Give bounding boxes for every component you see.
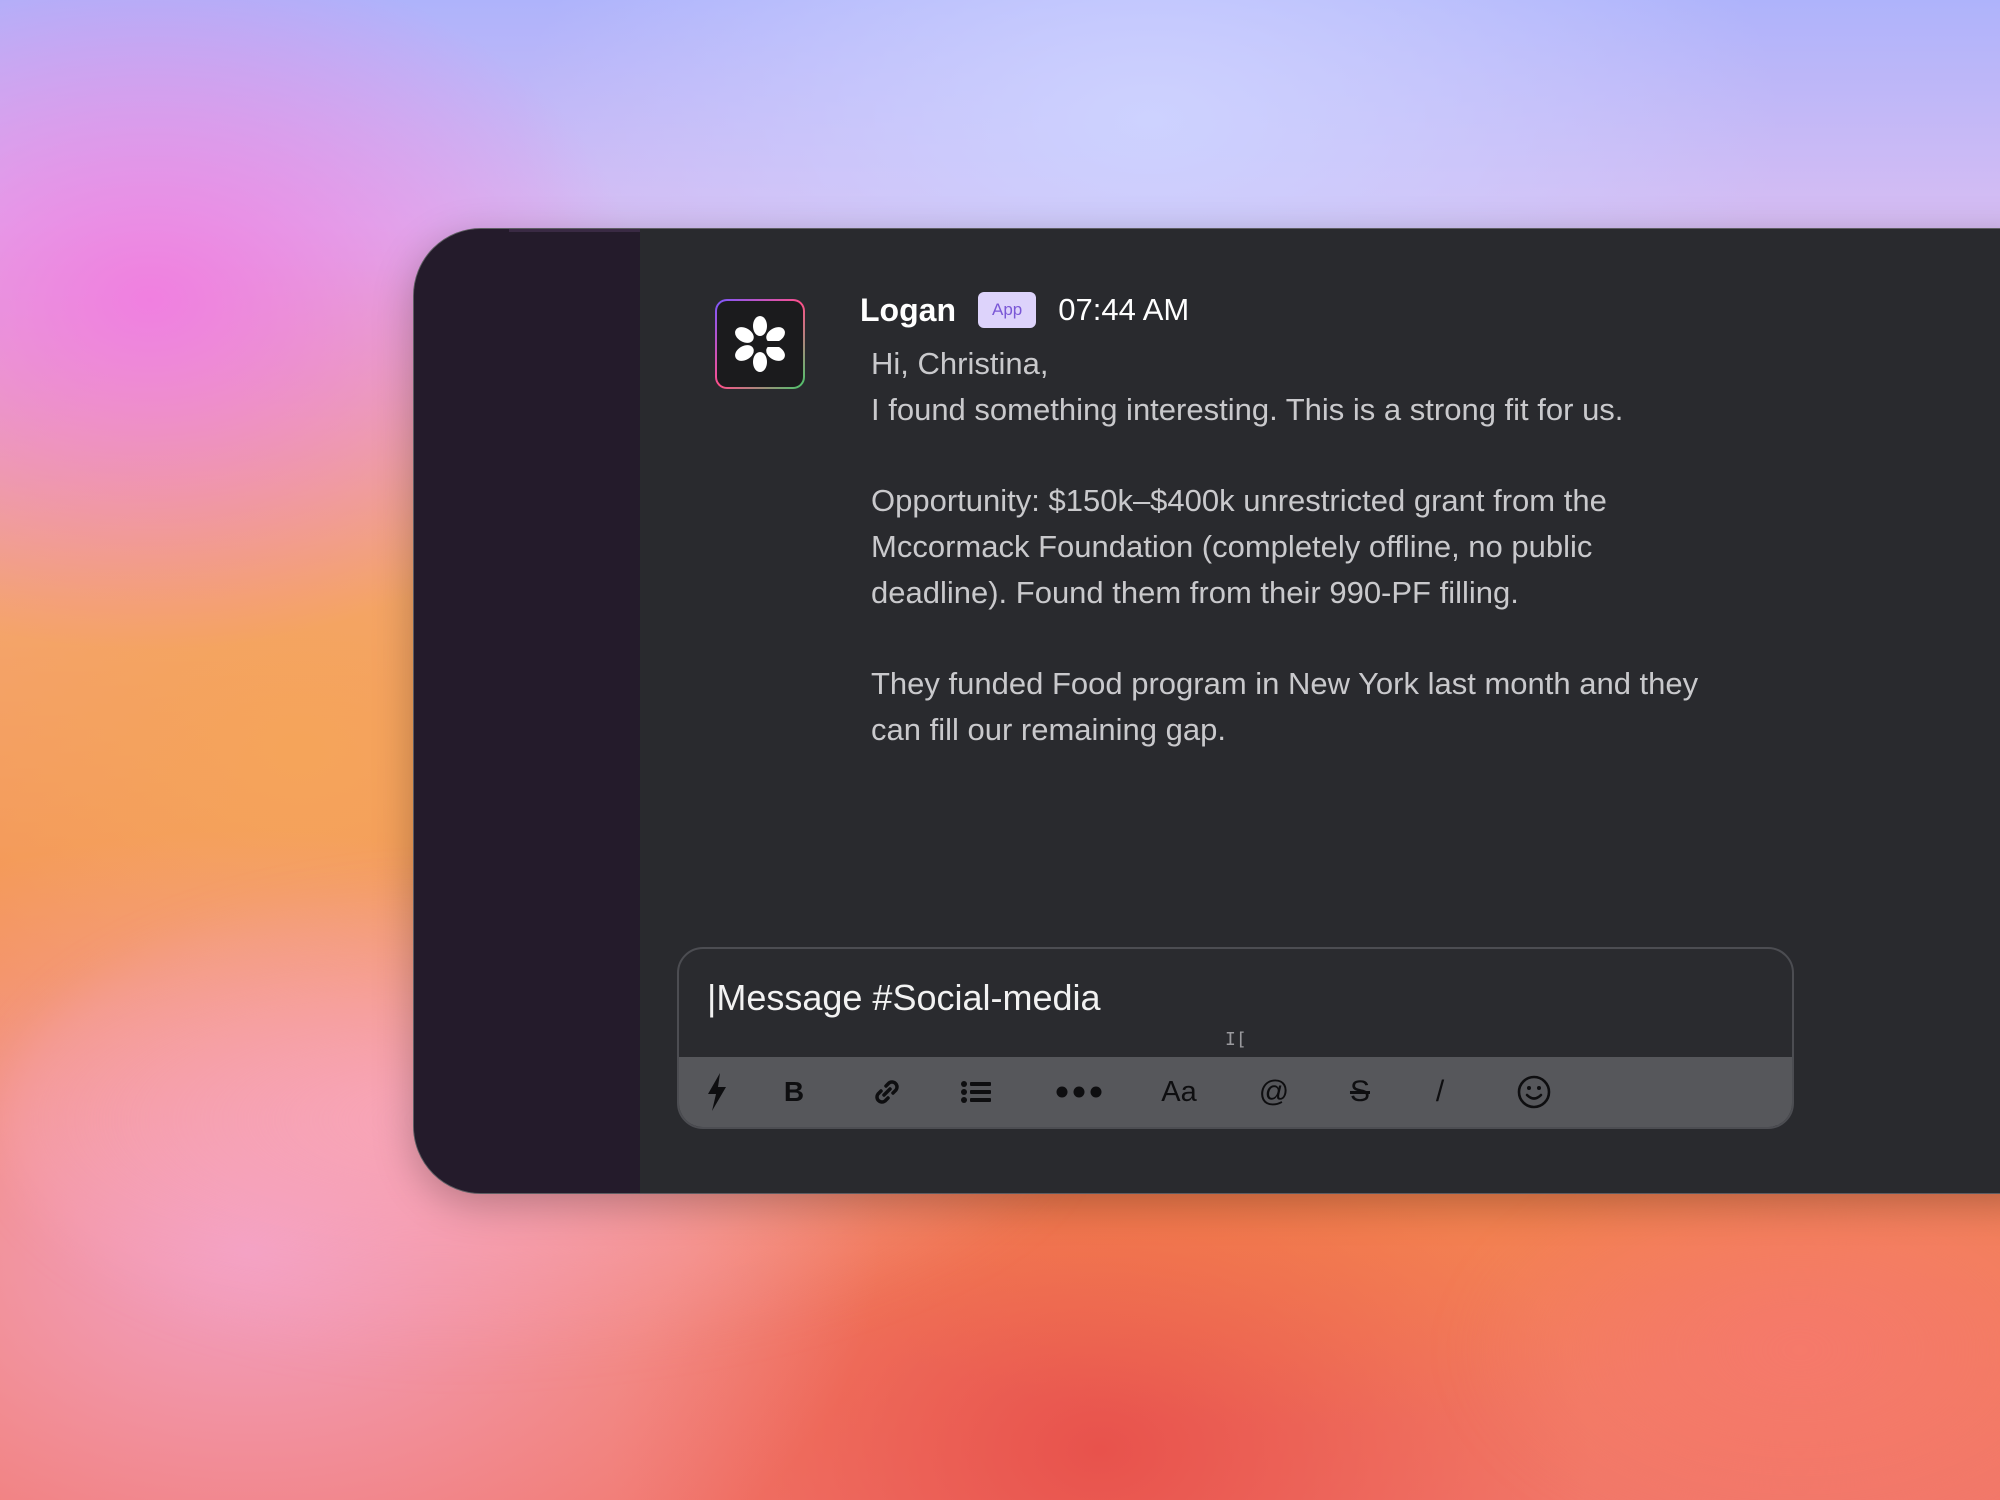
formatting-toolbar: B Aa @ S / [679,1057,1792,1127]
message-timestamp[interactable]: 07:44 AM [1058,292,1189,328]
sidebar-top-strip [509,229,640,232]
avatar[interactable] [715,299,805,389]
bold-button[interactable]: B [771,1057,817,1127]
message-line: Mccormack Foundation (completely offline… [871,529,1593,564]
message-composer: |Message #Social-media I[ B Aa @ S / [677,947,1794,1129]
message-body: Hi, Christina, I found something interes… [871,341,1891,753]
text-cursor-icon: I[ [1225,1029,1247,1050]
wallpaper-blob [1450,1150,2000,1500]
sidebar [414,229,640,1193]
chat-window: Logan App 07:44 AM Hi, Christina, I foun… [413,228,2000,1194]
message-input[interactable]: |Message #Social-media [707,977,1101,1019]
shortcut-bolt-icon[interactable] [697,1057,737,1127]
message-line: I found something interesting. This is a… [871,392,1624,427]
message-pane: Logan App 07:44 AM Hi, Christina, I foun… [640,229,2000,1193]
message-header: Logan App 07:44 AM [860,285,1189,335]
link-icon[interactable] [864,1057,910,1127]
mention-button[interactable]: @ [1251,1057,1297,1127]
bulleted-list-icon[interactable] [953,1057,999,1127]
message-line: Opportunity: $150k–$400k unrestricted gr… [871,483,1607,518]
app-badge: App [977,292,1037,328]
message-line: Hi, Christina, [871,346,1049,381]
flower-logo-icon [735,316,785,372]
text-format-button[interactable]: Aa [1149,1057,1209,1127]
message-line: can fill our remaining gap. [871,712,1226,747]
message-author[interactable]: Logan [860,292,956,329]
slash-command-button[interactable]: / [1417,1057,1463,1127]
strikethrough-button[interactable]: S [1337,1057,1383,1127]
emoji-icon[interactable] [1511,1057,1557,1127]
message-line: They funded Food program in New York las… [871,666,1699,701]
message-line: deadline). Found them from their 990-PF … [871,575,1519,610]
more-icon[interactable] [1049,1057,1109,1127]
